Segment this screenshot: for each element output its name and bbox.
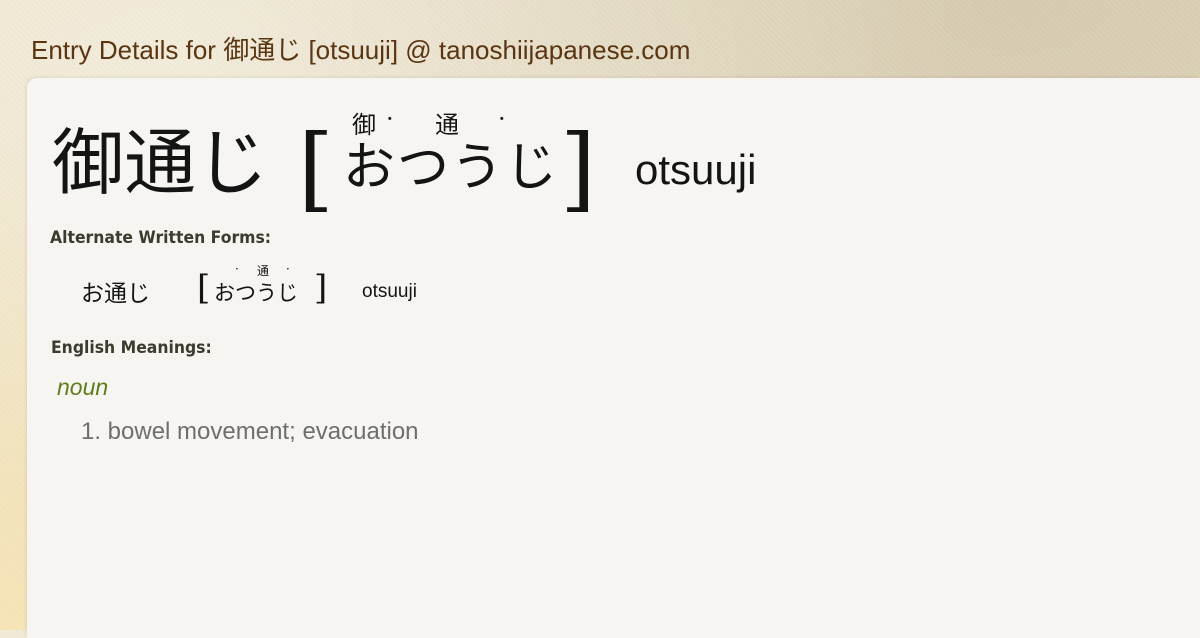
entry-bracket-close: ]: [560, 115, 596, 222]
page-title-word: 御通じ: [223, 36, 302, 66]
alternate-form-bracket-open: [: [197, 268, 211, 308]
alternate-form-furigana-dot-2: ·: [286, 262, 290, 276]
page-title-suffix: [otsuuji] @ tanoshiijapanese.com: [308, 35, 691, 65]
page-title: Entry Details for 御通じ [otsuuji] @ tanosh…: [31, 30, 690, 67]
entry-furigana-dot-2: ·: [498, 105, 506, 133]
alternate-form-bracket-close: ]: [314, 268, 328, 308]
entry-romaji: otsuuji: [635, 146, 757, 193]
alternate-forms-label: Alternate Written Forms:: [50, 228, 272, 248]
alternate-form-kanji: お通じ: [81, 281, 150, 307]
page-title-prefix: Entry Details for: [31, 35, 216, 65]
alternate-form-reading: おつうじ: [214, 281, 298, 305]
english-meanings-label: English Meanings:: [51, 338, 212, 358]
alternate-form-furigana-dot-1: ·: [235, 262, 239, 276]
entry-kanji: 御通じ: [52, 121, 269, 205]
part-of-speech: noun: [57, 374, 109, 400]
entry-bracket-open: [: [298, 115, 334, 222]
entry-furigana-dot-1: ·: [386, 105, 394, 133]
entry-reading: おつうじ: [343, 138, 560, 198]
alternate-form-romaji: otsuuji: [362, 281, 417, 302]
definition-item: 1. bowel movement; evacuation: [81, 418, 419, 445]
